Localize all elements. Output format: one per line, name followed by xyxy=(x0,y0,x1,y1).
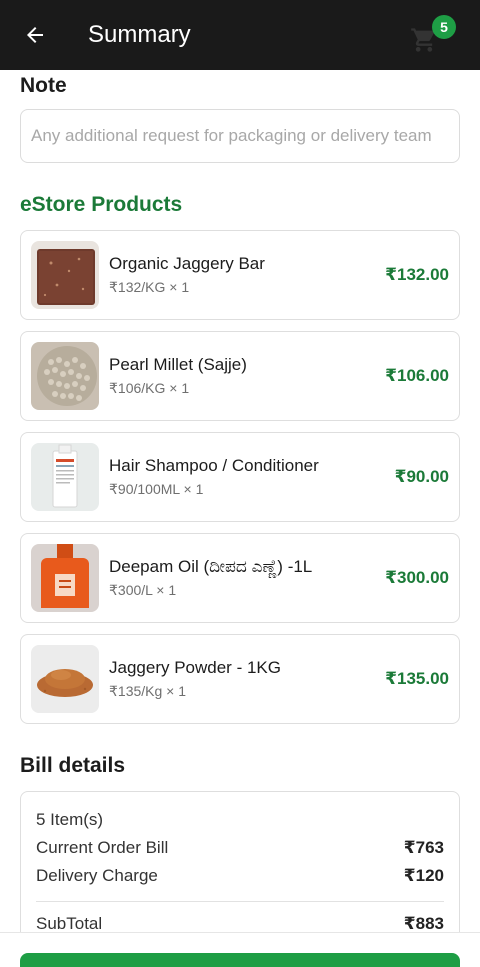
product-price: ₹135.00 xyxy=(385,669,449,688)
checkout-button[interactable] xyxy=(20,953,460,967)
app-bar: Summary 5 xyxy=(0,0,480,70)
product-price: ₹106.00 xyxy=(385,366,449,385)
product-price: ₹300.00 xyxy=(385,568,449,587)
bill-details-heading: Bill details xyxy=(20,754,126,777)
arrow-left-icon xyxy=(27,27,43,43)
note-heading: Note xyxy=(20,74,67,97)
product-card[interactable]: Deepam Oil (ದೀಪದ ಎಣ್ಣೆ) -1L ₹300/L × 1 ₹… xyxy=(20,533,460,623)
note-input[interactable] xyxy=(20,109,460,163)
product-name: Hair Shampoo / Conditioner xyxy=(109,456,319,475)
page-title: Summary xyxy=(88,21,191,48)
back-button[interactable] xyxy=(0,0,70,70)
product-quantity: ₹90/100ML × 1 xyxy=(109,481,204,497)
subtotal-label: SubTotal xyxy=(36,914,103,933)
current-order-value: ₹763 xyxy=(403,838,444,857)
product-quantity: ₹132/KG × 1 xyxy=(109,279,190,295)
product-price: ₹132.00 xyxy=(385,265,449,284)
product-name: Pearl Millet (Sajje) xyxy=(109,355,247,374)
summary-content: Note eStore Products Organic Jaggery Bar… xyxy=(20,70,460,967)
estore-products-heading: eStore Products xyxy=(20,193,183,216)
product-name: Organic Jaggery Bar xyxy=(109,254,265,273)
product-quantity: ₹300/L × 1 xyxy=(109,582,177,598)
bill-items-count: 5 Item(s) xyxy=(36,810,104,829)
product-image-pearl-millet xyxy=(31,342,99,410)
product-price: ₹90.00 xyxy=(394,467,449,486)
bill-divider xyxy=(36,901,444,902)
product-name: Jaggery Powder - 1KG xyxy=(109,658,281,677)
cart-count-badge: 5 xyxy=(432,15,456,39)
delivery-charge-label: Delivery Charge xyxy=(36,866,158,885)
product-image-hair-shampoo xyxy=(31,443,99,511)
product-card[interactable]: Organic Jaggery Bar ₹132/KG × 1 ₹132.00 xyxy=(20,230,460,320)
product-image-jaggery-powder xyxy=(31,645,99,713)
product-image-deepam-oil xyxy=(31,544,99,612)
current-order-label: Current Order Bill xyxy=(36,838,169,857)
subtotal-value: ₹883 xyxy=(403,914,444,933)
product-card[interactable]: Hair Shampoo / Conditioner ₹90/100ML × 1… xyxy=(20,432,460,522)
product-card[interactable]: Jaggery Powder - 1KG ₹135/Kg × 1 ₹135.00 xyxy=(20,634,460,724)
delivery-charge-value: ₹120 xyxy=(403,866,444,885)
product-quantity: ₹135/Kg × 1 xyxy=(109,683,187,699)
product-card[interactable]: Pearl Millet (Sajje) ₹106/KG × 1 ₹106.00 xyxy=(20,331,460,421)
product-quantity: ₹106/KG × 1 xyxy=(109,380,190,396)
product-image-jaggery-bar xyxy=(31,241,99,309)
product-name: Deepam Oil (ದೀಪದ ಎಣ್ಣೆ) -1L xyxy=(109,557,313,576)
